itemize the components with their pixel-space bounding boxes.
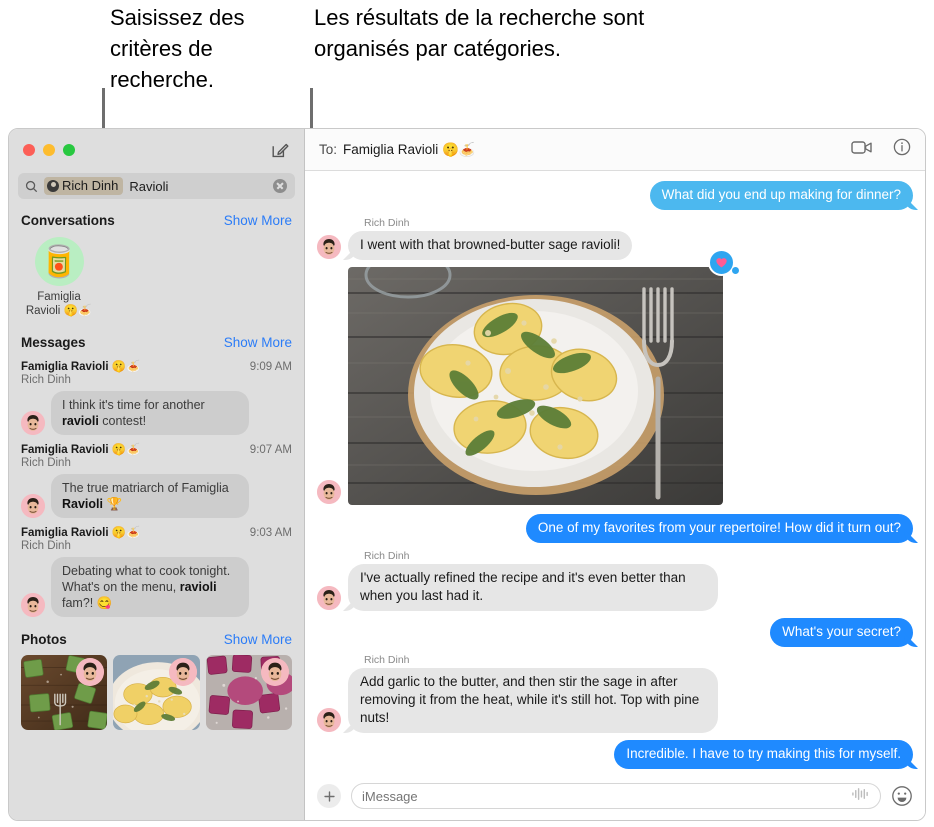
message-sender-name: Rich Dinh <box>364 654 410 666</box>
message-result-item[interactable]: Famiglia Ravioli 🤫🍝 9:03 AM Rich Dinh Debat… <box>9 520 304 619</box>
callout-text-search: Saisissez des critères de recherche. <box>110 5 245 92</box>
message-row-sent: One of my favorites from your repertoire… <box>317 514 913 543</box>
info-icon[interactable] <box>893 138 911 161</box>
recipient-name[interactable]: Famiglia Ravioli 🤫🍝 <box>343 142 476 158</box>
sidebar: Rich Dinh Ravioli Conversations Show Mor… <box>9 129 305 820</box>
message-bubble-sent[interactable]: Incredible. I have to try making this fo… <box>614 740 913 769</box>
to-label: To: <box>319 142 338 157</box>
compose-icon[interactable] <box>270 140 290 160</box>
message-result-item[interactable]: Famiglia Ravioli 🤫🍝 9:09 AM Rich Dinh I thi… <box>9 354 304 437</box>
message-bubble-received[interactable]: I've actually refined the recipe and it'… <box>348 564 718 611</box>
result-timestamp: 9:07 AM <box>249 444 292 456</box>
section-title-conversations: Conversations <box>21 213 115 228</box>
message-group-received: Rich Dinh I've actually refined the recip… <box>317 550 913 611</box>
message-bubble-sent[interactable]: What's your secret? <box>770 618 913 647</box>
zoom-button[interactable] <box>63 144 75 156</box>
avatar <box>317 235 341 259</box>
callout-text-categories: Les résultats de la recherche sont organ… <box>314 5 645 61</box>
messages-window: Rich Dinh Ravioli Conversations Show Mor… <box>8 128 926 821</box>
emoji-smiley-icon[interactable] <box>891 785 913 807</box>
section-title-photos: Photos <box>21 632 67 647</box>
plus-icon[interactable] <box>317 784 341 808</box>
show-more-conversations[interactable]: Show More <box>224 213 292 228</box>
search-input[interactable]: Rich Dinh Ravioli <box>18 173 295 199</box>
message-bubble-sent[interactable]: One of my favorites from your repertoire… <box>525 514 913 543</box>
search-token-label: Rich Dinh <box>62 178 119 193</box>
section-header-photos: Photos Show More <box>9 632 304 647</box>
message-result-item[interactable]: Famiglia Ravioli 🤫🍝 9:07 AM Rich Dinh The t… <box>9 437 304 520</box>
message-row-received: I've actually refined the recipe and it'… <box>317 564 913 611</box>
conversation-pane: To: Famiglia Ravioli 🤫🍝 What did you end… <box>305 129 925 820</box>
heart-tapback-icon[interactable] <box>708 249 740 276</box>
show-more-messages[interactable]: Show More <box>224 335 292 350</box>
search-token-person[interactable]: Rich Dinh <box>44 177 124 195</box>
message-row-received: Add garlic to the butter, and then stir … <box>317 668 913 733</box>
search-field-wrap: Rich Dinh Ravioli <box>9 171 304 199</box>
result-chat-name: Famiglia Ravioli 🤫🍝 <box>21 361 141 373</box>
result-snippet: The true matriarch of Famiglia Ravioli 🏆 <box>51 474 249 518</box>
message-row-sent: What's your secret? <box>317 618 913 647</box>
message-sender-name: Rich Dinh <box>364 217 410 229</box>
person-icon <box>47 179 59 192</box>
header-actions <box>851 138 911 161</box>
composer-bar <box>305 776 925 820</box>
result-chat-name: Famiglia Ravioli 🤫🍝 <box>21 444 141 456</box>
imessage-field[interactable] <box>351 783 881 809</box>
search-query-text: Ravioli <box>129 178 169 194</box>
result-sender: Rich Dinh <box>21 457 71 469</box>
photo-result-thumbnail[interactable] <box>113 655 200 730</box>
avatar <box>317 586 341 610</box>
section-title-messages: Messages <box>21 335 86 350</box>
result-snippet: Debating what to cook tonight. What's on… <box>51 557 249 617</box>
message-photo-attachment[interactable] <box>348 267 723 505</box>
result-chat-name: Famiglia Ravioli 🤫🍝 <box>21 527 141 539</box>
result-timestamp: 9:03 AM <box>249 527 292 539</box>
photos-results <box>9 647 304 730</box>
messages-results: Famiglia Ravioli 🤫🍝 9:09 AM Rich Dinh I thi… <box>9 354 304 619</box>
window-controls <box>23 144 75 156</box>
message-row-photo <box>317 249 913 505</box>
video-camera-icon[interactable] <box>851 140 873 160</box>
show-more-photos[interactable]: Show More <box>224 632 292 647</box>
conversation-result-item[interactable]: 🥫 Famiglia Ravioli 🤫🍝 <box>23 237 95 318</box>
audio-waveform-icon[interactable] <box>851 787 870 806</box>
message-list[interactable]: What did you end up making for dinner? Ri… <box>305 171 925 776</box>
avatar <box>317 708 341 732</box>
section-header-messages: Messages Show More <box>9 335 304 350</box>
message-row-received: I went with that browned-butter sage rav… <box>317 231 913 260</box>
photo-with-tapback <box>348 249 740 505</box>
photo-result-thumbnail[interactable] <box>205 655 292 730</box>
minimize-button[interactable] <box>43 144 55 156</box>
message-bubble-received[interactable]: I went with that browned-butter sage rav… <box>348 231 633 260</box>
avatar <box>168 658 197 686</box>
sidebar-toolbar <box>9 129 304 171</box>
message-sender-name: Rich Dinh <box>364 550 410 562</box>
result-sender: Rich Dinh <box>21 540 71 552</box>
message-row-sent: What did you end up making for dinner? <box>317 181 913 210</box>
conversation-header: To: Famiglia Ravioli 🤫🍝 <box>305 129 925 171</box>
clear-icon[interactable] <box>273 179 287 193</box>
conversation-name: Famiglia Ravioli 🤫🍝 <box>25 291 93 317</box>
close-button[interactable] <box>23 144 35 156</box>
avatar <box>21 593 45 617</box>
imessage-input[interactable] <box>362 788 851 804</box>
avatar <box>21 411 45 435</box>
result-timestamp: 9:09 AM <box>249 361 292 373</box>
section-header-conversations: Conversations Show More <box>9 213 304 228</box>
message-bubble-received[interactable]: Add garlic to the butter, and then stir … <box>348 668 718 733</box>
result-snippet: I think it's time for another ravioli co… <box>51 391 249 435</box>
search-icon <box>25 180 38 192</box>
conversations-results: 🥫 Famiglia Ravioli 🤫🍝 <box>9 228 304 318</box>
message-group-received: Rich Dinh Add garlic to the butter, and t… <box>317 654 913 733</box>
result-sender: Rich Dinh <box>21 374 71 386</box>
avatar <box>260 658 289 686</box>
message-bubble-sent[interactable]: What did you end up making for dinner? <box>649 181 913 210</box>
avatar: 🥫 <box>34 237 84 286</box>
avatar <box>21 494 45 518</box>
photo-result-thumbnail[interactable] <box>21 655 108 730</box>
message-row-sent: Incredible. I have to try making this fo… <box>317 740 913 769</box>
avatar <box>317 480 341 504</box>
message-group-received: Rich Dinh I went with that browned-butter… <box>317 217 913 260</box>
